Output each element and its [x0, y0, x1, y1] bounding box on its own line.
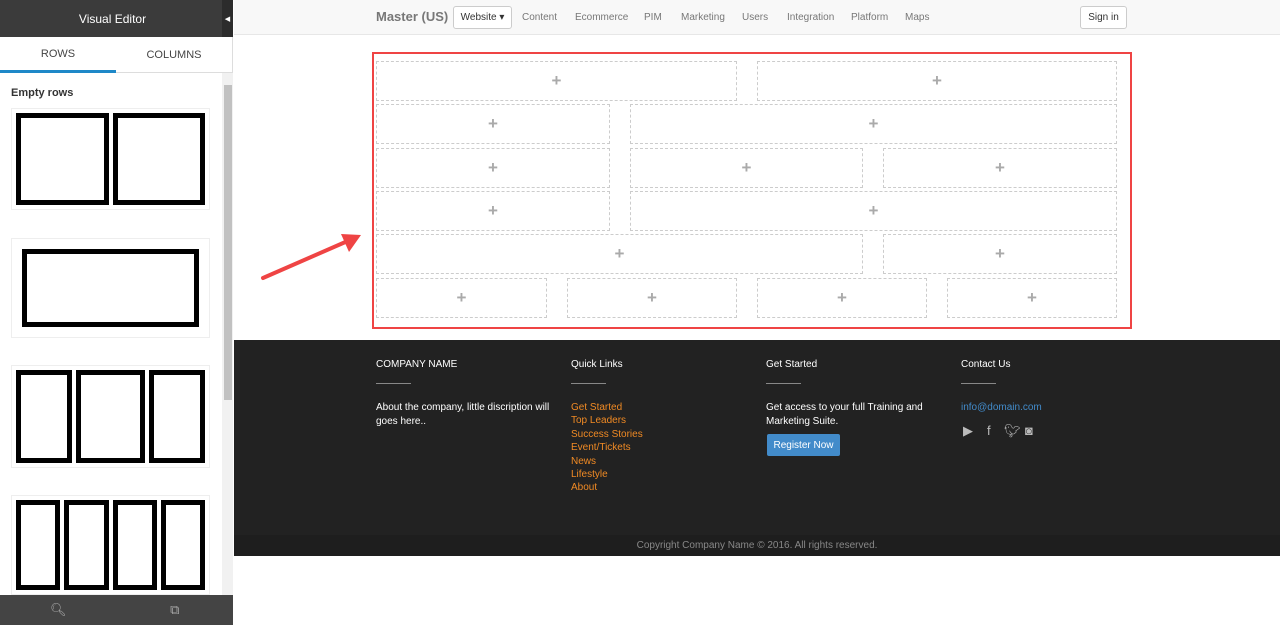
tab-columns[interactable]: COLUMNS [116, 37, 232, 73]
red-arrow-annotation [261, 234, 361, 280]
add-column-placeholder[interactable]: + [376, 278, 547, 318]
plus-icon: + [488, 114, 498, 133]
add-column-placeholder[interactable]: + [376, 61, 737, 101]
add-column-placeholder[interactable]: + [630, 104, 1117, 144]
get-started-text: Get access to your full Training and Mar… [766, 402, 923, 427]
nav-platform[interactable]: Platform [851, 12, 888, 23]
sidebar-title: Visual Editor [0, 0, 233, 37]
footer-contact-title: Contact Us [961, 359, 1011, 370]
search-icon[interactable]: 🔍︎ [0, 595, 117, 625]
footer [234, 340, 1280, 556]
divider [571, 383, 606, 384]
add-column-placeholder[interactable]: + [376, 148, 610, 188]
facebook-icon[interactable]: f [987, 423, 991, 438]
plus-icon: + [868, 114, 879, 133]
section-title: Empty rows [11, 87, 74, 99]
link-lifestyle[interactable]: Lifestyle [571, 468, 643, 481]
sign-in-button[interactable]: Sign in [1080, 6, 1127, 29]
plus-icon: + [837, 288, 847, 307]
nav-content[interactable]: Content [522, 12, 557, 23]
plus-icon: + [868, 201, 879, 220]
plus-icon: + [647, 288, 657, 307]
nav-marketing[interactable]: Marketing [681, 12, 725, 23]
copyright: Copyright Company Name © 2016. All right… [234, 535, 1280, 556]
add-column-placeholder[interactable]: + [630, 191, 1117, 231]
collapse-sidebar-button[interactable]: ◀ [222, 0, 233, 37]
website-dropdown[interactable]: Website ▾ [453, 6, 512, 29]
add-column-placeholder[interactable]: + [376, 104, 610, 144]
plus-icon: + [932, 71, 942, 90]
sidebar-footer: 🔍︎ ⧉ [0, 595, 233, 625]
nav-pim[interactable]: PIM [644, 12, 662, 23]
plus-icon: + [614, 244, 625, 263]
youtube-icon[interactable]: ▶︎ [963, 423, 973, 439]
nav-ecommerce[interactable]: Ecommerce [575, 12, 628, 23]
row-template-1-col[interactable] [11, 238, 210, 338]
plus-icon: + [741, 158, 752, 177]
footer-company-title: COMPANY NAME [376, 359, 458, 370]
plus-icon: + [488, 201, 498, 220]
add-column-placeholder[interactable]: + [630, 148, 863, 188]
twitter-icon[interactable]: 🐦︎ [1004, 423, 1021, 439]
row-template-2-col[interactable] [11, 108, 210, 210]
company-description: About the company, little discription wi… [376, 402, 550, 427]
plus-icon: + [995, 158, 1005, 177]
add-column-placeholder[interactable]: + [567, 278, 737, 318]
link-event-tickets[interactable]: Event/Tickets [571, 441, 643, 454]
add-column-placeholder[interactable]: + [376, 234, 863, 274]
divider [376, 383, 411, 384]
nav-users[interactable]: Users [742, 12, 768, 23]
nav-maps[interactable]: Maps [905, 12, 929, 23]
add-column-placeholder[interactable]: + [757, 278, 927, 318]
link-top-leaders[interactable]: Top Leaders [571, 414, 643, 427]
link-get-started[interactable]: Get Started [571, 401, 643, 414]
add-column-placeholder[interactable]: + [757, 61, 1117, 101]
brand[interactable]: Master (US) [376, 9, 448, 24]
visual-editor-sidebar: Visual Editor ◀ ROWS COLUMNS Empty rows … [0, 0, 233, 625]
plus-icon: + [551, 71, 562, 90]
plus-icon: + [488, 158, 498, 177]
add-column-placeholder[interactable]: + [883, 148, 1117, 188]
link-news[interactable]: News [571, 455, 643, 468]
register-now-button[interactable]: Register Now [767, 434, 840, 456]
scrollbar-thumb[interactable] [224, 85, 232, 400]
sitemap-icon[interactable]: ⧉ [117, 595, 234, 625]
tab-rows[interactable]: ROWS [0, 37, 116, 73]
link-about[interactable]: About [571, 481, 643, 494]
quick-links-list: Get Started Top Leaders Success Stories … [571, 401, 643, 495]
plus-icon: + [995, 244, 1005, 263]
add-column-placeholder[interactable]: + [883, 234, 1117, 274]
plus-icon: + [456, 288, 467, 307]
link-success-stories[interactable]: Success Stories [571, 428, 643, 441]
contact-email-link[interactable]: info@domain.com [961, 402, 1042, 413]
plus-icon: + [1027, 288, 1037, 307]
add-column-placeholder[interactable]: + [376, 191, 610, 231]
row-template-3-col[interactable] [11, 365, 210, 468]
divider [961, 383, 996, 384]
divider [766, 383, 801, 384]
nav-integration[interactable]: Integration [787, 12, 834, 23]
row-template-4-col[interactable] [11, 495, 210, 595]
instagram-icon[interactable]: ◙ [1025, 423, 1033, 438]
footer-get-started-title: Get Started [766, 359, 818, 370]
footer-quick-links-title: Quick Links [571, 359, 623, 370]
add-column-placeholder[interactable]: + [947, 278, 1117, 318]
